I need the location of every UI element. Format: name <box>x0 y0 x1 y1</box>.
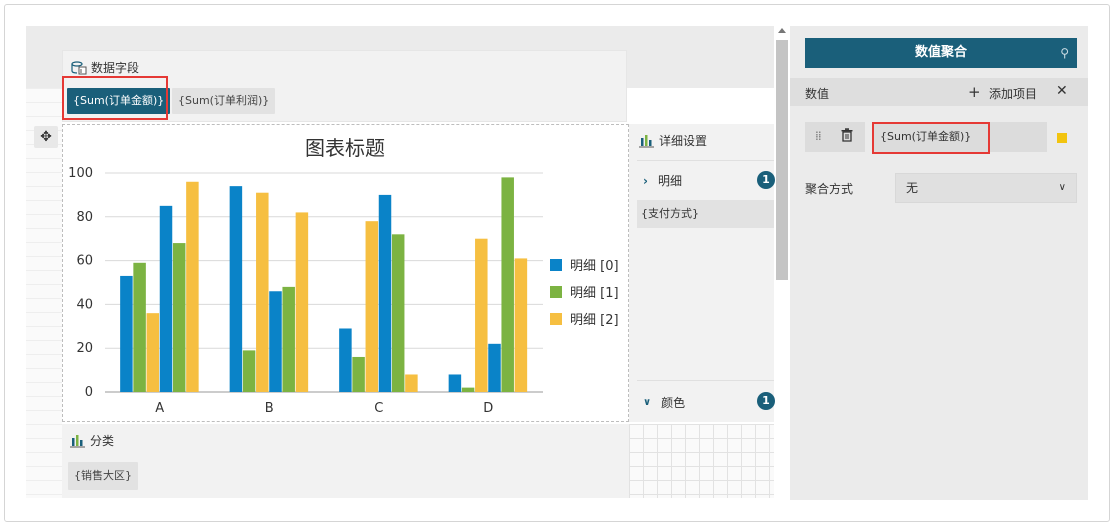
chevron-down-icon: ∨ <box>643 397 652 408</box>
chart-area[interactable]: 图表标题 0 20 40 60 80 100 A B C D 明细 [0] 明细 [1] 明细 [2] <box>62 124 629 422</box>
legend-swatch <box>550 259 562 271</box>
category-label: 分类 <box>90 434 115 448</box>
canvas-grid-right <box>629 424 774 498</box>
panel-header-label: 数值聚合 <box>914 45 967 60</box>
legend-label: 明细 [1] <box>570 286 619 301</box>
category-title: 分类 <box>70 432 114 449</box>
section-detail-count-badge: 1 <box>757 171 775 189</box>
highlight-box-data-field <box>62 76 168 120</box>
bar <box>269 291 282 392</box>
legend-label: 明细 [0] <box>570 259 619 274</box>
aggregation-select[interactable]: 无 ∨ <box>895 173 1077 203</box>
bar <box>378 194 392 392</box>
panel-header-search[interactable]: 数值聚合 ⚲ <box>805 38 1077 68</box>
bar <box>172 243 186 392</box>
legend-swatch <box>550 313 562 325</box>
detail-settings-title: 详细设置 <box>639 132 707 149</box>
x-tick-label: C <box>374 401 383 416</box>
x-tick-label: B <box>265 401 274 416</box>
values-label: 数值 <box>805 87 830 101</box>
value-item-controls: ⁞⁞ <box>805 122 865 152</box>
divider <box>637 380 774 381</box>
bar <box>295 212 309 392</box>
bar <box>256 192 269 392</box>
y-tick-label: 100 <box>68 166 93 181</box>
values-section-header: 数值 + 添加项目 ✕ <box>790 78 1088 106</box>
chevron-down-icon: ∨ <box>1058 182 1066 193</box>
close-icon[interactable]: ✕ <box>1056 83 1068 99</box>
y-tick-label: 80 <box>76 210 93 225</box>
value-aggregation-panel: 数值聚合 ⚲ 数值 + 添加项目 ✕ ⁞⁞ {Sum(订单金额)} 聚合方式 无… <box>790 26 1088 500</box>
series-color-marker[interactable] <box>1057 133 1067 143</box>
bar <box>120 275 133 392</box>
plus-icon[interactable]: + <box>968 83 981 101</box>
detail-settings-label: 详细设置 <box>659 134 708 148</box>
bar <box>365 221 379 392</box>
section-color-header[interactable]: ∨ 颜色 <box>643 394 685 411</box>
bar-chart: 图表标题 0 20 40 60 80 100 A B C D 明细 [0] 明细 [1] 明细 [2] <box>68 136 619 416</box>
chart-title: 图表标题 <box>305 136 385 160</box>
bar <box>514 258 528 392</box>
trash-icon[interactable] <box>841 128 853 145</box>
section-color-count-badge: 1 <box>757 392 775 410</box>
bar <box>352 356 365 392</box>
bar <box>501 177 514 392</box>
bar-chart-icon <box>639 134 655 148</box>
bar <box>159 205 173 392</box>
bar <box>391 234 405 392</box>
bar <box>339 328 352 392</box>
y-tick-label: 40 <box>76 297 93 312</box>
bar <box>488 343 501 392</box>
bar-chart-icon <box>70 434 86 448</box>
search-icon[interactable]: ⚲ <box>1060 38 1069 68</box>
y-tick-label: 0 <box>85 385 93 400</box>
detail-settings-panel: 详细设置 › 明细 1 {支付方式} ∨ 颜色 1 <box>629 124 775 422</box>
highlight-box-value-field <box>872 122 990 154</box>
section-color-label: 颜色 <box>661 396 686 410</box>
bar <box>461 387 475 392</box>
drag-handle-icon[interactable]: ⁞⁞ <box>815 129 822 143</box>
canvas-grid-left <box>26 88 62 498</box>
x-tick-label: D <box>483 401 493 416</box>
section-detail-label: 明细 <box>657 174 682 188</box>
legend-swatch <box>550 286 562 298</box>
bar <box>146 313 160 392</box>
section-detail-header[interactable]: › 明细 <box>643 172 682 189</box>
aggregation-value: 无 <box>906 181 919 195</box>
detail-field-chip-payment[interactable]: {支付方式} <box>637 200 774 228</box>
scrollbar-thumb[interactable] <box>776 40 788 280</box>
data-fields-label: 数据字段 <box>91 61 140 75</box>
legend-label: 明细 [2] <box>570 313 619 328</box>
bar <box>133 262 146 392</box>
scroll-up-icon[interactable] <box>778 28 786 33</box>
bar <box>405 374 418 392</box>
bar <box>229 186 243 392</box>
y-tick-label: 20 <box>76 341 93 356</box>
bar <box>242 350 256 392</box>
field-chip-order-profit[interactable]: {Sum(订单利润)} <box>172 88 276 114</box>
move-handle-icon[interactable]: ✥ <box>34 126 58 148</box>
y-tick-label: 60 <box>76 254 93 269</box>
bar <box>448 374 462 392</box>
category-chip-sales-region[interactable]: {销售大区} <box>68 462 138 490</box>
bar <box>475 238 488 392</box>
x-tick-label: A <box>155 401 164 416</box>
vertical-scrollbar[interactable] <box>775 26 789 498</box>
divider <box>637 160 774 161</box>
data-fields-title: 数据字段 <box>71 59 139 76</box>
add-item-button[interactable]: 添加项目 <box>989 85 1037 102</box>
bar <box>186 181 199 392</box>
category-zone[interactable]: 分类 {销售大区} <box>62 424 629 498</box>
database-field-icon <box>71 60 87 75</box>
bar <box>282 286 295 392</box>
aggregation-label: 聚合方式 <box>805 182 854 196</box>
chevron-right-icon: › <box>643 173 648 188</box>
